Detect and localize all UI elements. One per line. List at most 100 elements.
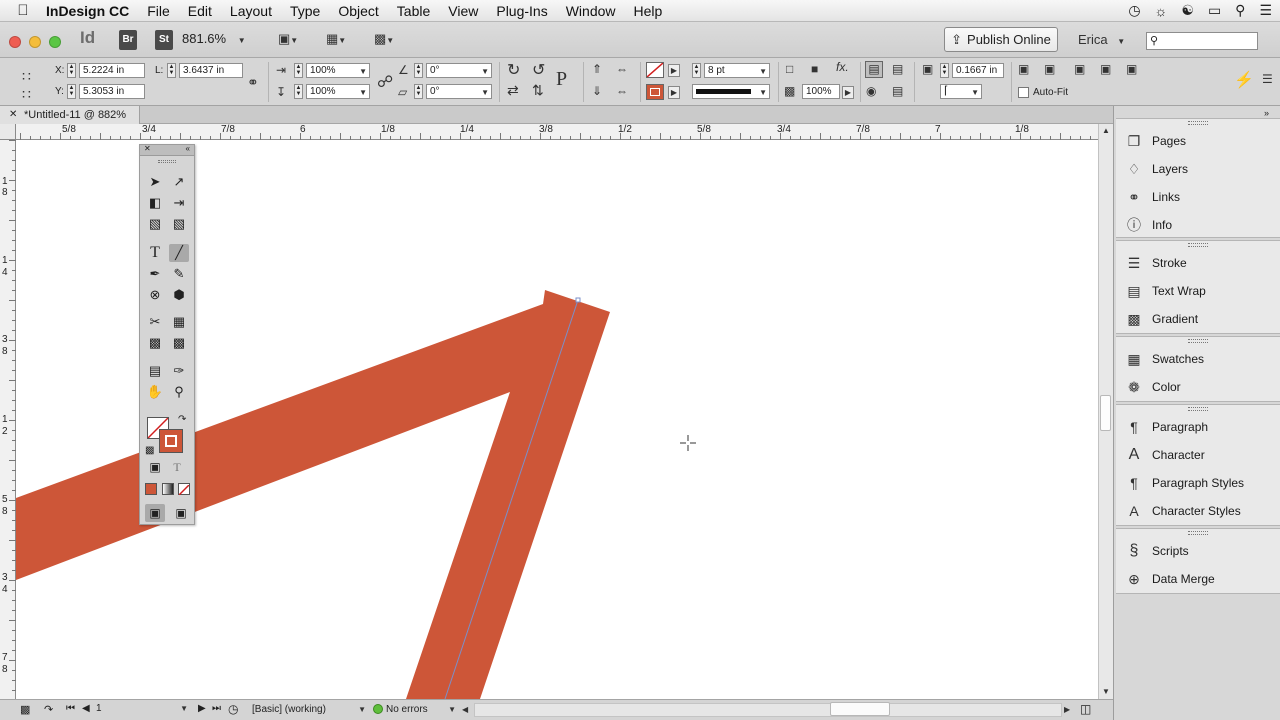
gradient-feather-tool-icon[interactable]: ▩	[169, 334, 189, 352]
panel-data-merge[interactable]: ⊕ Data Merge	[1116, 565, 1280, 593]
rectangle-frame-tool-icon[interactable]: ⊗	[145, 286, 165, 304]
direct-selection-tool-icon[interactable]: ↗	[169, 173, 189, 191]
stroked-path-shape[interactable]	[16, 290, 610, 699]
quick-apply-lightning-icon[interactable]: ⚡	[1234, 70, 1254, 90]
stroke-color-box[interactable]	[159, 429, 183, 453]
reference-point-icon[interactable]: ∷	[22, 68, 31, 85]
help-search-input[interactable]: ⚲	[1146, 32, 1258, 50]
text-wrap-bounding-icon[interactable]: ▤	[892, 62, 903, 76]
open-page-icon[interactable]: ↷	[44, 703, 53, 716]
panel-links[interactable]: ⚭ Links	[1116, 183, 1280, 211]
polygon-tool-icon[interactable]: ⬢	[169, 286, 189, 304]
notification-list-icon[interactable]: ☰	[1259, 2, 1272, 19]
close-window-button[interactable]	[9, 36, 21, 48]
rotate-ccw-icon[interactable]: ↺	[532, 60, 545, 80]
close-panel-icon[interactable]: ✕	[144, 144, 151, 153]
publish-online-button[interactable]: ⇪ Publish Online	[944, 27, 1058, 52]
panel-info[interactable]: ⓘ Info	[1116, 211, 1280, 239]
rotate-stepper[interactable]: ▲ ▼	[414, 63, 423, 78]
constrain-proportions-icon[interactable]: ☍	[377, 72, 393, 92]
first-page-icon[interactable]: ⏮	[66, 703, 75, 714]
vertical-ruler[interactable]: 1 8 1 4 3 8 1 2 5 8 3 4 7 8	[0, 140, 16, 700]
shear-angle-field[interactable]: 0° ▼	[426, 84, 492, 99]
panel-grip[interactable]	[1188, 339, 1208, 343]
corner-shape-dropdown[interactable]: ⌈ ▼	[940, 84, 982, 99]
collapse-dock-icon[interactable]: »	[1264, 108, 1269, 118]
anchor-point[interactable]	[575, 297, 581, 303]
menu-view[interactable]: View	[439, 3, 487, 19]
stroke-type-dropdown[interactable]: ▼	[692, 84, 770, 99]
hscroll-right-arrow-icon[interactable]: ▶	[1064, 705, 1070, 714]
menu-object[interactable]: Object	[329, 3, 387, 19]
length-field[interactable]: 3.6437 in	[179, 63, 243, 78]
selection-tool-icon[interactable]: ➤	[145, 173, 165, 191]
minimize-window-button[interactable]	[29, 36, 41, 48]
opacity-field[interactable]: 100%	[802, 84, 840, 99]
settings-sun-icon[interactable]: ☼	[1155, 3, 1168, 19]
vertical-scroll-thumb[interactable]	[1100, 395, 1111, 431]
apply-none-icon[interactable]	[178, 483, 190, 496]
normal-view-mode-icon[interactable]: ▣	[145, 504, 165, 522]
panel-grip[interactable]	[1188, 407, 1208, 411]
stroke-menu-button[interactable]: ▶	[668, 86, 680, 99]
tools-titlebar[interactable]: ✕ «	[140, 144, 194, 156]
text-wrap-none-icon[interactable]: ▤	[865, 61, 883, 78]
panel-grip[interactable]	[1188, 121, 1208, 125]
apple-menu-icon[interactable]: 	[0, 2, 46, 19]
panel-pages[interactable]: ❐ Pages	[1116, 127, 1280, 155]
rotation-angle-field[interactable]: 0° ▼	[426, 63, 492, 78]
link-icon[interactable]: ⚭	[247, 74, 259, 91]
tools-panel[interactable]: ✕ « ➤ ↗ ◧ ⇥ ▧ ▧ T ╱ ✒ ✎ ⊗ ⬢ ✂ ▦ ▩ ▩ ▤ ✑ …	[139, 144, 195, 525]
menu-table[interactable]: Table	[388, 3, 439, 19]
zoom-tool-icon[interactable]: ⚲	[169, 383, 189, 401]
fill-menu-button[interactable]: ▶	[668, 64, 680, 77]
pencil-tool-icon[interactable]: ✎	[169, 265, 189, 283]
stroke-weight-stepper[interactable]: ▲ ▼	[692, 63, 701, 78]
time-machine-icon[interactable]: ◷	[1128, 2, 1140, 19]
view-options-icon[interactable]: ▣▼	[278, 31, 308, 49]
fit-frame-content-icon[interactable]: ▣	[1044, 62, 1055, 76]
content-collector-icon[interactable]: ▧	[145, 215, 165, 233]
flip-vertical-icon[interactable]: ⇅	[532, 82, 544, 99]
preflight-errors-dropdown[interactable]: No errors ▼	[386, 704, 456, 715]
select-content-icon[interactable]: ⇓	[592, 84, 602, 98]
panel-text-wrap[interactable]: ▤ Text Wrap	[1116, 277, 1280, 305]
split-window-icon[interactable]: ◫	[1080, 702, 1091, 716]
apply-color-icon[interactable]	[145, 483, 157, 495]
panel-menu-icon[interactable]: ☰	[1262, 72, 1273, 86]
preview-mode-icon[interactable]: ▣	[171, 504, 191, 522]
document-view-icon[interactable]: ▩	[20, 703, 30, 716]
swap-fill-stroke-icon[interactable]: ↷	[178, 414, 186, 425]
panel-grip[interactable]	[1188, 243, 1208, 247]
fill-none-swatch[interactable]	[646, 62, 664, 78]
stroke-weight-field[interactable]: 8 pt ▼	[704, 63, 770, 78]
align-to-selection-icon[interactable]: ◉	[866, 84, 876, 98]
horizontal-scrollbar-track[interactable]	[474, 703, 1062, 717]
menu-app[interactable]: InDesign CC	[46, 3, 138, 19]
fill-frame-icon[interactable]: ▣	[1100, 62, 1111, 76]
stroke-color-swatch[interactable]	[646, 84, 664, 100]
apply-gradient-icon[interactable]	[162, 483, 174, 495]
select-next-icon[interactable]: ⇔	[616, 84, 628, 98]
content-placer-icon[interactable]: ▧	[169, 215, 189, 233]
panel-gradient[interactable]: ▩ Gradient	[1116, 305, 1280, 333]
center-content-icon[interactable]: ▣	[1074, 62, 1085, 76]
panel-swatches[interactable]: ▦ Swatches	[1116, 345, 1280, 373]
rotate-cw-icon[interactable]: ↻	[507, 60, 520, 80]
previous-page-icon[interactable]: ◀	[82, 703, 90, 714]
menu-file[interactable]: File	[138, 3, 179, 19]
align-options-icon[interactable]: ▤	[892, 84, 903, 98]
arrange-documents-icon[interactable]: ▩▼	[374, 31, 404, 49]
panel-paragraph[interactable]: ¶ Paragraph	[1116, 413, 1280, 441]
horizontal-scroll-thumb[interactable]	[830, 702, 890, 716]
select-container-icon[interactable]: ⇑	[592, 62, 602, 76]
gradient-swatch-tool-icon[interactable]: ▩	[145, 334, 165, 352]
fit-value-stepper[interactable]: ▲ ▼	[940, 63, 949, 78]
panel-grip[interactable]	[1188, 531, 1208, 535]
menu-edit[interactable]: Edit	[179, 3, 221, 19]
last-page-icon[interactable]: ⏭	[212, 703, 221, 714]
x-position-field[interactable]: 5.2224 in	[79, 63, 145, 78]
drop-shadow-icon[interactable]: □	[786, 62, 793, 76]
panel-paragraph-styles[interactable]: ¶ Paragraph Styles	[1116, 469, 1280, 497]
creative-cloud-icon[interactable]: ☯	[1181, 2, 1194, 19]
